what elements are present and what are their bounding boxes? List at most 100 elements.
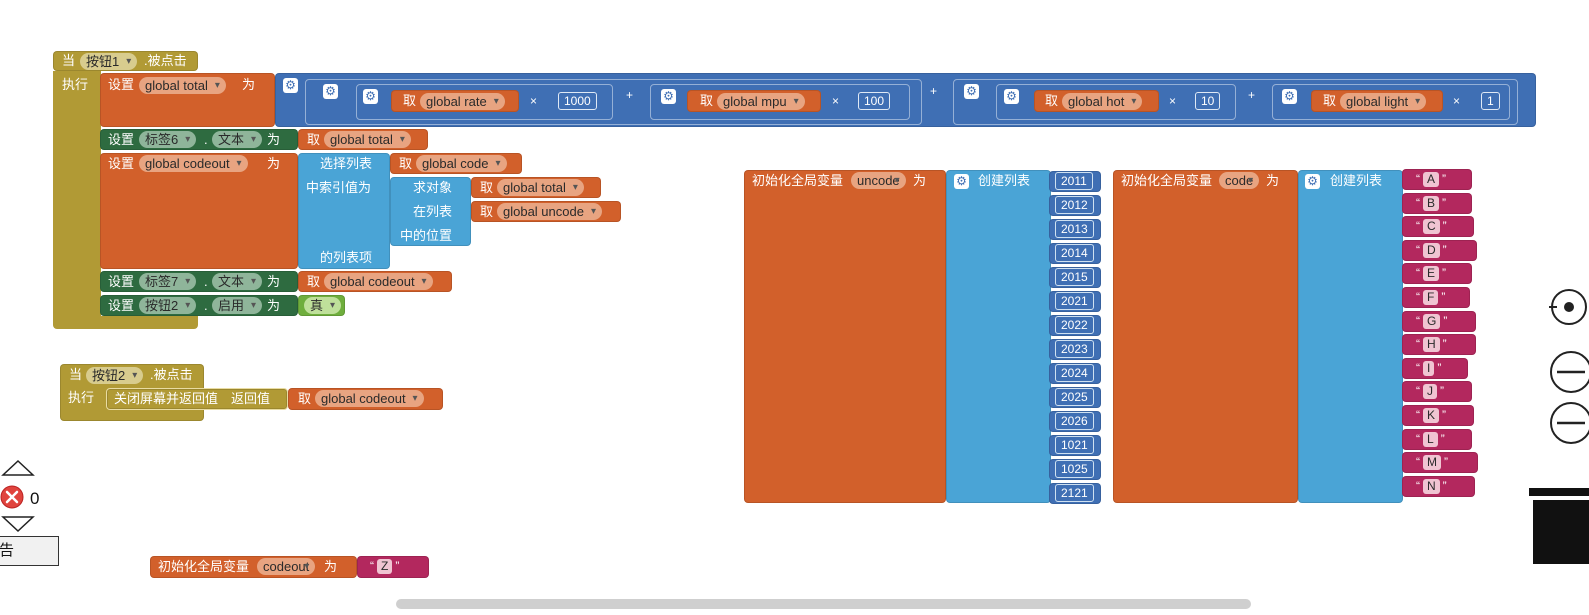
number-value[interactable]: 2012 <box>1055 196 1094 214</box>
component-dropdown-button1[interactable]: 按钮1 <box>80 53 138 70</box>
number-list-item[interactable]: 1021 <box>1049 435 1101 456</box>
zoom-in-icon[interactable] <box>1549 349 1589 395</box>
var-dropdown-global-codeout[interactable]: global codeout <box>324 273 433 290</box>
text-list-item[interactable]: “H” <box>1402 334 1476 356</box>
number-list-item[interactable]: 2026 <box>1049 411 1101 432</box>
recenter-icon[interactable] <box>1549 287 1589 327</box>
text-list-item[interactable]: “G” <box>1402 310 1476 332</box>
var-dropdown-global-codeout[interactable]: global codeout <box>315 390 424 407</box>
zoom-out-icon[interactable] <box>1549 400 1589 446</box>
text-list-item[interactable]: “N” <box>1402 475 1475 497</box>
number-value[interactable]: 2014 <box>1055 244 1094 262</box>
text-list-item[interactable]: “F” <box>1402 287 1470 308</box>
next-warning-arrow-icon[interactable] <box>1 515 35 533</box>
number-list-item[interactable]: 2015 <box>1049 267 1101 288</box>
var-dropdown-global-code[interactable]: global code <box>416 155 507 172</box>
to-label: 为 <box>267 156 281 171</box>
previous-warning-arrow-icon[interactable] <box>1 459 35 477</box>
number-100[interactable]: 100 <box>858 92 891 110</box>
logic-dropdown-true[interactable]: 真 <box>304 297 342 314</box>
number-value[interactable]: 2022 <box>1055 316 1094 334</box>
text-list-item[interactable]: “A” <box>1402 169 1472 190</box>
number-value[interactable]: 2013 <box>1055 220 1094 238</box>
number-1000[interactable]: 1000 <box>558 92 597 110</box>
text-list-item[interactable]: “J” <box>1402 381 1472 403</box>
var-dropdown-global-light[interactable]: global light <box>1340 93 1427 110</box>
init-global-uncode-block[interactable] <box>744 170 946 503</box>
mutator-gear-icon[interactable]: ⚙ <box>283 78 298 93</box>
mutator-gear-icon[interactable]: ⚙ <box>323 84 338 99</box>
number-list-item[interactable]: 2121 <box>1049 483 1101 504</box>
var-dropdown-global-total[interactable]: global total <box>139 77 226 94</box>
number-list-item[interactable]: 2024 <box>1049 363 1101 384</box>
number-10[interactable]: 10 <box>1195 92 1221 110</box>
text-value: “H” <box>1416 337 1447 353</box>
mutator-gear-icon[interactable]: ⚙ <box>661 89 676 104</box>
number-list-item[interactable]: 2014 <box>1049 243 1101 264</box>
select-list-label: 选择列表 <box>320 156 373 171</box>
number-value[interactable]: 2023 <box>1055 340 1094 358</box>
component-dropdown-label6[interactable]: 标签6 <box>139 131 197 148</box>
property-dropdown-text[interactable]: 文本 <box>212 273 263 290</box>
mutator-gear-icon[interactable]: ⚙ <box>1305 174 1320 189</box>
create-list-block[interactable] <box>1298 170 1403 503</box>
var-name-uncode[interactable]: uncode <box>851 172 906 189</box>
mutator-gear-icon[interactable]: ⚙ <box>363 89 378 104</box>
number-list-item[interactable]: 2021 <box>1049 291 1101 312</box>
var-name-code[interactable]: code <box>1219 172 1260 189</box>
component-dropdown-label7[interactable]: 标签7 <box>139 273 197 290</box>
horizontal-scrollbar[interactable] <box>396 599 1251 609</box>
init-global-code-block[interactable] <box>1113 170 1298 503</box>
number-1[interactable]: 1 <box>1481 92 1500 110</box>
show-warnings-button[interactable]: 告 <box>0 536 59 566</box>
number-list-item[interactable]: 2013 <box>1049 219 1101 240</box>
set-label: 设置 <box>108 274 135 289</box>
var-dropdown-global-rate[interactable]: global rate <box>420 93 505 110</box>
init-global-label: 初始化全局变量 <box>752 173 844 188</box>
var-name-codeout[interactable]: codeout <box>257 558 316 575</box>
text-list-item[interactable]: “C” <box>1402 216 1474 238</box>
trash-can-icon[interactable] <box>1529 486 1589 566</box>
number-list-item[interactable]: 2025 <box>1049 387 1101 408</box>
number-value[interactable]: 1021 <box>1055 436 1094 454</box>
text-list-item[interactable]: “B” <box>1402 192 1472 214</box>
text-value: “J” <box>1416 384 1444 400</box>
number-value[interactable]: 2026 <box>1055 412 1094 430</box>
mutator-gear-icon[interactable]: ⚙ <box>1282 89 1297 104</box>
number-value[interactable]: 2025 <box>1055 388 1094 406</box>
var-dropdown-global-uncode[interactable]: global uncode <box>497 203 602 220</box>
mutator-gear-icon[interactable]: ⚙ <box>954 174 969 189</box>
property-dropdown-enabled[interactable]: 启用 <box>212 297 263 314</box>
component-dropdown-button2[interactable]: 按钮2 <box>86 367 144 384</box>
text-list-item[interactable]: “E” <box>1402 263 1472 285</box>
var-dropdown-global-mpu[interactable]: global mpu <box>717 93 805 110</box>
set-label: 设置 <box>108 132 135 147</box>
text-list-item[interactable]: “D” <box>1402 239 1477 261</box>
number-value[interactable]: 2121 <box>1055 484 1094 502</box>
number-value[interactable]: 2011 <box>1055 172 1093 190</box>
var-dropdown-global-total[interactable]: global total <box>324 131 411 148</box>
number-list-item[interactable]: 2012 <box>1049 195 1101 216</box>
var-dropdown-global-codeout[interactable]: global codeout <box>139 155 248 172</box>
text-list-item[interactable]: “M” <box>1402 452 1478 474</box>
text-list-item[interactable]: “I” <box>1402 357 1468 379</box>
event-when-label: 当 <box>62 53 76 68</box>
number-value[interactable]: 2015 <box>1055 268 1094 286</box>
number-list-item[interactable]: 2022 <box>1049 315 1101 336</box>
mutator-gear-icon[interactable]: ⚙ <box>964 84 979 99</box>
var-dropdown-global-hot[interactable]: global hot <box>1062 93 1143 110</box>
number-list-item[interactable]: 2023 <box>1049 339 1101 360</box>
property-dropdown-text[interactable]: 文本 <box>212 131 263 148</box>
component-dropdown-button2[interactable]: 按钮2 <box>139 297 197 314</box>
number-list-item[interactable]: 2011 <box>1049 171 1101 192</box>
init-global-label: 初始化全局变量 <box>1121 173 1213 188</box>
text-list-item[interactable]: “K” <box>1402 405 1474 426</box>
mutator-gear-icon[interactable]: ⚙ <box>1004 89 1019 104</box>
number-value[interactable]: 2021 <box>1055 292 1094 310</box>
create-list-block[interactable] <box>946 170 1051 503</box>
number-value[interactable]: 2024 <box>1055 364 1094 382</box>
text-list-item[interactable]: “L” <box>1402 428 1472 450</box>
number-list-item[interactable]: 1025 <box>1049 459 1101 480</box>
var-dropdown-global-total[interactable]: global total <box>497 179 584 196</box>
number-value[interactable]: 1025 <box>1055 460 1094 478</box>
